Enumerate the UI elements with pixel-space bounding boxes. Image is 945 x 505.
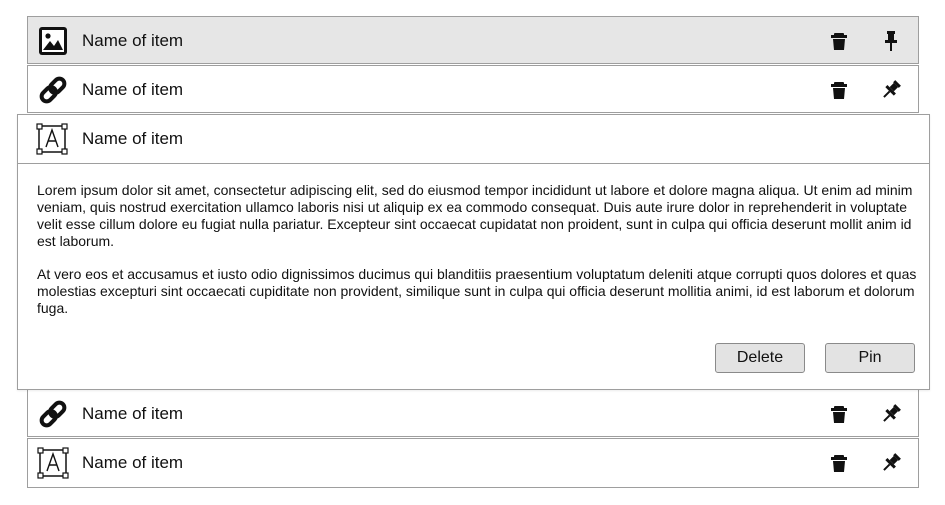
list-item[interactable]: Name of item xyxy=(27,438,919,488)
trash-icon[interactable] xyxy=(828,30,850,52)
pin-icon[interactable] xyxy=(879,402,903,426)
item-label: Name of item xyxy=(82,453,184,472)
trash-icon[interactable] xyxy=(828,403,850,425)
expanded-item-header[interactable]: Name of item xyxy=(18,115,929,164)
trash-icon[interactable] xyxy=(828,452,850,474)
pin-button[interactable]: Pin xyxy=(825,343,915,373)
list-item[interactable]: Name of item xyxy=(27,65,919,113)
description-paragraph: At vero eos et accusamus et iusto odio d… xyxy=(37,266,917,316)
item-list: Name of item Name of item Name of item N… xyxy=(0,0,945,505)
pin-icon[interactable] xyxy=(879,29,903,53)
list-item[interactable]: Name of item xyxy=(27,389,919,437)
delete-button[interactable]: Delete xyxy=(715,343,805,373)
item-label: Name of item xyxy=(82,80,184,99)
expanded-item-panel: Name of item Lorem ipsum dolor sit amet,… xyxy=(17,114,930,390)
link-icon xyxy=(39,400,67,428)
item-label: Name of item xyxy=(82,129,184,148)
pin-icon[interactable] xyxy=(879,451,903,475)
item-label: Name of item xyxy=(82,31,184,50)
list-item[interactable]: Name of item xyxy=(27,16,919,64)
pin-icon[interactable] xyxy=(879,78,903,102)
description-paragraph: Lorem ipsum dolor sit amet, consectetur … xyxy=(37,182,913,249)
text-frame-icon xyxy=(36,123,68,155)
trash-icon[interactable] xyxy=(828,79,850,101)
item-label: Name of item xyxy=(82,404,184,423)
image-icon xyxy=(39,27,67,55)
link-icon xyxy=(39,76,67,104)
text-frame-icon xyxy=(37,447,69,479)
item-description: Lorem ipsum dolor sit amet, consectetur … xyxy=(37,182,917,333)
